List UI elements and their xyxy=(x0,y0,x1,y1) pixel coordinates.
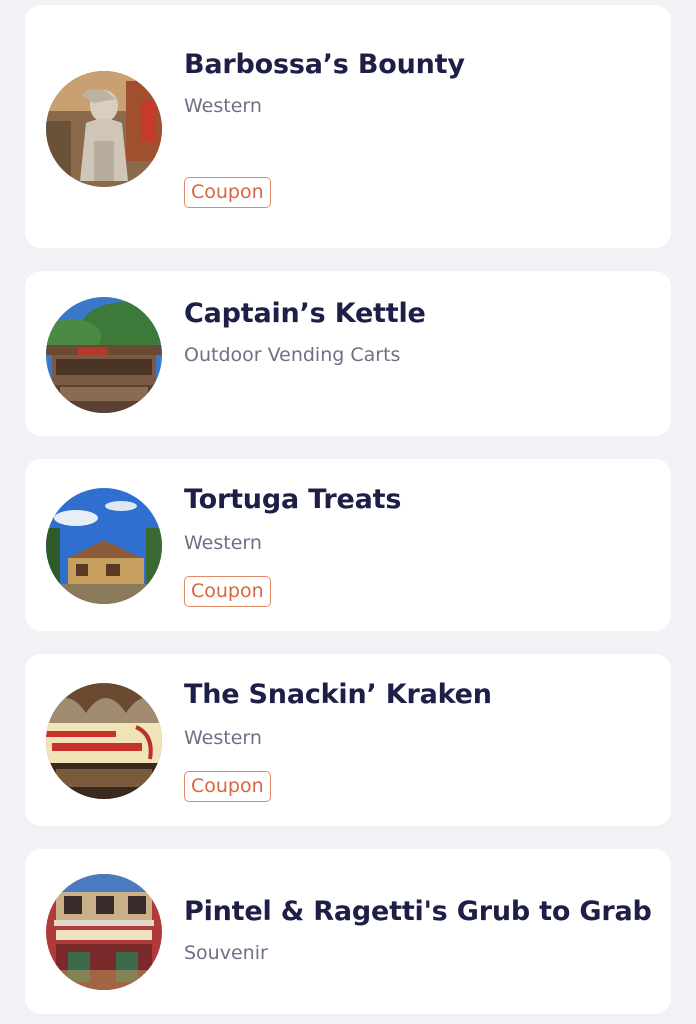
restaurant-category: Western xyxy=(184,532,262,554)
restaurant-card[interactable]: Captain’s Kettle Outdoor Vending Carts xyxy=(25,271,671,436)
coupon-badge: Coupon xyxy=(184,177,271,208)
restaurant-name: Barbossa’s Bounty xyxy=(184,49,465,80)
barbossa-statue-photo-icon xyxy=(46,71,162,187)
restaurant-name: Tortuga Treats xyxy=(184,484,402,515)
restaurant-name: Captain’s Kettle xyxy=(184,298,426,329)
restaurant-category: Outdoor Vending Carts xyxy=(184,344,401,366)
restaurant-category: Souvenir xyxy=(184,942,268,964)
restaurant-category: Western xyxy=(184,95,262,117)
pintel-ragetti-storefront-photo-icon xyxy=(46,874,162,990)
kraken-stall-photo-icon xyxy=(46,683,162,799)
vending-cart-photo-icon xyxy=(46,297,162,413)
coupon-badge: Coupon xyxy=(184,576,271,607)
coupon-badge: Coupon xyxy=(184,771,271,802)
restaurant-category: Western xyxy=(184,727,262,749)
tortuga-building-photo-icon xyxy=(46,488,162,604)
restaurant-name: Pintel & Ragetti's Grub to Grab xyxy=(184,896,652,927)
restaurant-name: The Snackin’ Kraken xyxy=(184,679,492,710)
restaurant-card[interactable]: Pintel & Ragetti's Grub to Grab Souvenir xyxy=(25,849,671,1014)
restaurant-card[interactable]: The Snackin’ Kraken Western Coupon xyxy=(25,654,671,826)
restaurant-card[interactable]: Barbossa’s Bounty Western Coupon xyxy=(25,5,671,248)
restaurant-card[interactable]: Tortuga Treats Western Coupon xyxy=(25,459,671,631)
restaurant-list: Barbossa’s Bounty Western Coupon Captain… xyxy=(0,0,696,1024)
